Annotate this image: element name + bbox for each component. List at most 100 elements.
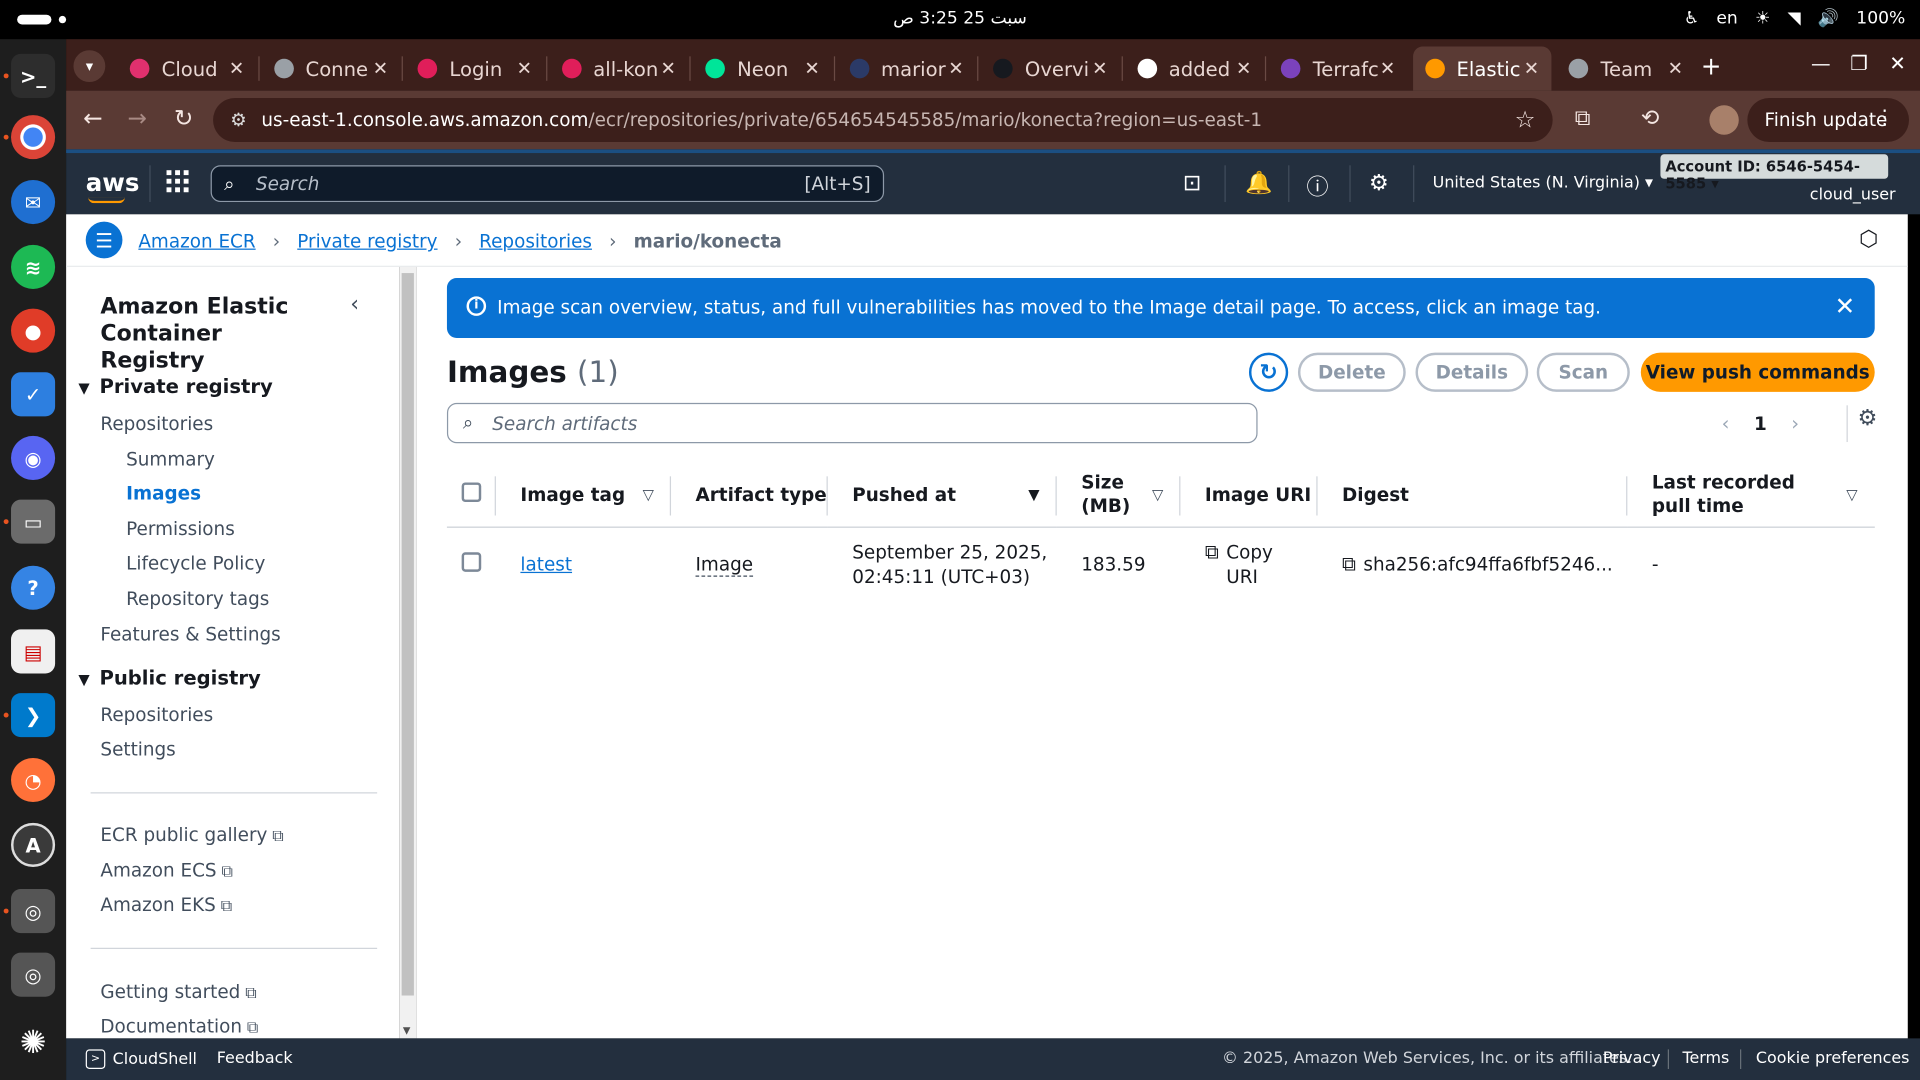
page-number[interactable]: 1 — [1754, 412, 1767, 434]
chrome-icon[interactable] — [11, 115, 56, 160]
terms-link[interactable]: Terms — [1682, 1049, 1729, 1067]
sort-caret-icon[interactable]: ▽ — [643, 484, 654, 507]
extensions-icon[interactable]: ⧉ — [1575, 105, 1591, 131]
region-selector[interactable]: United States (N. Virginia) ▾ — [1433, 174, 1653, 192]
aws-logo[interactable]: aws — [86, 168, 139, 204]
privacy-link[interactable]: Privacy — [1603, 1049, 1661, 1067]
browser-tab[interactable]: all-kon ✕ — [549, 47, 688, 91]
close-tab-icon[interactable]: ✕ — [1236, 58, 1251, 80]
link-ecr-public-gallery[interactable]: ECR public gallery ⧉ — [100, 824, 283, 846]
breadcrumb-repositories[interactable]: Repositories — [479, 230, 592, 252]
more-menu-icon[interactable]: ⋮ — [1875, 105, 1895, 128]
files-icon[interactable]: ▭ — [11, 499, 56, 544]
sidenav-scrollbar[interactable]: ▼ — [399, 266, 417, 1039]
table-preferences-gear-icon[interactable]: ⚙ — [1846, 405, 1884, 443]
sidebar-item-features-settings[interactable]: Features & Settings — [100, 623, 280, 645]
feedback-link[interactable]: Feedback — [217, 1049, 293, 1067]
artifact-type-value[interactable]: Image — [695, 553, 753, 578]
close-icon[interactable]: ✕ — [1835, 291, 1856, 320]
prev-page-icon[interactable]: ‹ — [1722, 411, 1730, 434]
close-tab-icon[interactable]: ✕ — [1092, 58, 1107, 80]
services-grid-icon[interactable] — [166, 170, 189, 193]
browser-tab[interactable]: Login ✕ — [405, 47, 544, 91]
disk-icon[interactable]: ◎ — [11, 888, 56, 934]
search-artifacts-input[interactable]: ⌕ Search artifacts — [446, 402, 1258, 444]
sort-caret-icon[interactable]: ▽ — [1152, 484, 1163, 507]
col-pushed-at[interactable]: Pushed at ▼ — [827, 464, 1057, 528]
breadcrumb-private-registry[interactable]: Private registry — [297, 230, 437, 252]
browser-tab[interactable]: Overvi ✕ — [981, 47, 1120, 91]
breadcrumb-amazon-ecr[interactable]: Amazon ECR — [138, 230, 255, 252]
next-page-icon[interactable]: › — [1791, 411, 1799, 434]
link-documentation[interactable]: Documentation ⧉ — [100, 1015, 258, 1037]
private-registry-section[interactable]: ▼ Private registry — [78, 375, 272, 398]
image-tag-link[interactable]: latest — [520, 554, 572, 576]
close-tab-icon[interactable]: ✕ — [804, 58, 819, 80]
vscode-icon[interactable]: ❯ — [11, 693, 56, 738]
tomato-timer-icon[interactable]: ● — [11, 308, 56, 353]
history-icon[interactable]: ⟲ — [1641, 105, 1659, 131]
account-menu[interactable]: Account ID: 6546-5454-5585 ▾ — [1660, 154, 1889, 192]
close-tab-icon[interactable]: ✕ — [373, 58, 388, 80]
refresh-button[interactable]: ↻ — [1248, 352, 1289, 392]
link-amazon-eks[interactable]: Amazon EKS ⧉ — [100, 894, 232, 916]
sidebar-item-lifecycle-policy[interactable]: Lifecycle Policy — [126, 552, 265, 574]
profile-avatar[interactable] — [1709, 105, 1739, 135]
close-tab-icon[interactable]: ✕ — [1668, 58, 1683, 80]
close-window-button[interactable]: ✕ — [1889, 51, 1905, 74]
col-size[interactable]: Size (MB) ▽ — [1056, 464, 1181, 528]
browser-tab[interactable]: Team ✕ — [1556, 47, 1695, 91]
thunderbird-icon[interactable]: ✉ — [11, 180, 56, 225]
tab-search-button[interactable]: ▾ — [73, 50, 106, 83]
delete-button[interactable]: Delete — [1297, 352, 1406, 392]
sidebar-item-repositories[interactable]: Repositories — [100, 413, 213, 435]
discord-icon[interactable]: ◉ — [11, 435, 56, 481]
keyboard-language[interactable]: en — [1716, 9, 1737, 29]
details-button[interactable]: Details — [1415, 352, 1529, 392]
menu-toggle-icon[interactable]: ☰ — [85, 221, 123, 259]
sidebar-item-repository-tags[interactable]: Repository tags — [126, 588, 269, 610]
browser-tab[interactable]: added ✕ — [1125, 47, 1264, 91]
col-image-tag[interactable]: Image tag ▽ — [495, 464, 672, 528]
close-tab-icon[interactable]: ✕ — [948, 58, 963, 80]
sidebar-item-public-settings[interactable]: Settings — [100, 738, 175, 760]
browser-tab[interactable]: Conne ✕ — [261, 47, 400, 91]
document-viewer-icon[interactable]: ▤ — [11, 629, 56, 674]
username[interactable]: cloud_user — [1810, 186, 1896, 204]
browser-tab[interactable]: Neon ✕ — [693, 47, 832, 91]
disk-icon-2[interactable]: ◎ — [11, 952, 56, 997]
close-tab-icon[interactable]: ✕ — [661, 58, 676, 80]
close-tab-icon[interactable]: ✕ — [1524, 58, 1539, 80]
copy-digest-icon[interactable]: ⧉ — [1342, 553, 1356, 577]
new-tab-button[interactable]: + — [1701, 51, 1722, 80]
clock[interactable]: سبت 25 3:25 ص — [0, 9, 1920, 29]
collapse-nav-icon[interactable]: ‹ — [350, 291, 359, 317]
sidebar-item-images[interactable]: Images — [126, 482, 201, 504]
maximize-button[interactable]: ❐ — [1850, 51, 1868, 74]
forward-icon[interactable]: → — [127, 105, 146, 132]
cloudshell-button[interactable]: > CloudShell — [85, 1049, 197, 1069]
view-push-commands-button[interactable]: View push commands — [1640, 352, 1875, 392]
terminal-icon[interactable]: >_ — [11, 53, 56, 98]
public-registry-section[interactable]: ▼ Public registry — [78, 666, 260, 689]
cloudshell-icon[interactable]: ⊡ — [1183, 170, 1201, 196]
table-row[interactable]: latest Image September 25, 2025, 02:45:11… — [447, 527, 1875, 603]
bookmark-star-icon[interactable]: ☆ — [1515, 107, 1536, 134]
scan-button[interactable]: Scan — [1536, 352, 1630, 392]
settings-gear-icon[interactable]: ⚙ — [1369, 170, 1389, 196]
row-checkbox[interactable] — [461, 551, 482, 572]
sort-desc-icon[interactable]: ▼ — [1028, 484, 1039, 507]
browser-tab[interactable]: Terrafc ✕ — [1269, 47, 1408, 91]
close-tab-icon[interactable]: ✕ — [517, 58, 532, 80]
feedback-hex-icon[interactable]: ⬡ — [1859, 227, 1878, 253]
close-tab-icon[interactable]: ✕ — [1380, 58, 1395, 80]
aws-search-input[interactable]: ⌕ Search [Alt+S] — [210, 165, 885, 203]
select-all-checkbox[interactable] — [461, 482, 482, 502]
link-getting-started[interactable]: Getting started ⧉ — [100, 981, 256, 1003]
notifications-bell-icon[interactable]: 🔔 — [1245, 170, 1272, 196]
browser-tab[interactable]: Elastic ✕ — [1412, 46, 1552, 91]
address-bar[interactable]: ⚙ us-east-1.console.aws.amazon.com/ecr/r… — [213, 97, 1553, 143]
browser-tab[interactable]: marior ✕ — [837, 47, 976, 91]
close-tab-icon[interactable]: ✕ — [229, 58, 244, 80]
browser-tab[interactable]: Cloud ✕ — [118, 47, 257, 91]
